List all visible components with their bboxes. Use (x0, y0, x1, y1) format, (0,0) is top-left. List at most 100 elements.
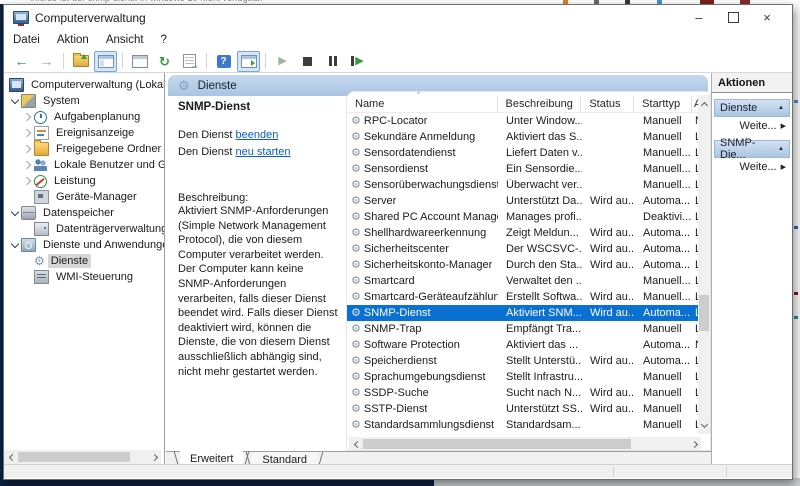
up-level-button[interactable] (69, 51, 92, 72)
scroll-left-button[interactable] (349, 437, 362, 451)
tree-item-wmi-steuerung[interactable]: WMI-Steuerung (4, 269, 164, 285)
tree-item-lokale-benutzer-und-gr[interactable]: Lokale Benutzer und Gr (4, 157, 164, 173)
tab-erweitert[interactable]: Erweitert (180, 451, 243, 464)
menu-item-aktion[interactable]: Aktion (57, 32, 98, 49)
tree-item-datentr-gerverwaltung[interactable]: Datenträgerverwaltung (4, 221, 164, 237)
service-row-sensordatendienst[interactable]: ⚙SensordatendienstLiefert Daten v...Manu… (347, 145, 701, 161)
service-row-rpc-locator[interactable]: ⚙RPC-LocatorUnter Window...ManuellN... (347, 113, 701, 129)
service-row-sicherheitskonto-manager[interactable]: ⚙Sicherheitskonto-ManagerDurch den Sta..… (347, 257, 701, 273)
pause-service-button[interactable] (321, 51, 344, 72)
service-starttype: Manuell... (635, 163, 693, 175)
service-name-cell: ⚙Sprachumgebungsdienst (347, 371, 498, 383)
list-vertical-scrollbar[interactable] (698, 95, 710, 434)
export-list-button[interactable] (178, 51, 201, 72)
collapse-icon[interactable]: ▲ (778, 146, 784, 152)
scroll-down-button[interactable] (698, 418, 711, 432)
start-service-button[interactable]: ▶ (271, 51, 294, 72)
scroll-left-button[interactable] (4, 450, 17, 464)
service-row-speicherdienst[interactable]: ⚙SpeicherdienstStellt Unterstü...Wird au… (347, 353, 701, 369)
menu-item-ansicht[interactable]: Ansicht (106, 32, 153, 49)
tree-item-dienste[interactable]: ⚙Dienste (4, 253, 164, 269)
service-gear-icon: ⚙ (351, 404, 361, 415)
service-row-server[interactable]: ⚙ServerUnterstützt Da...Wird au...Automa… (347, 193, 701, 209)
column-header-beschreibung[interactable]: Beschreibung (498, 95, 582, 112)
minimize-button[interactable]: – (682, 5, 716, 30)
service-row-snmp-dienst[interactable]: ⚙SNMP-DienstAktiviert SNM...Wird au...Au… (347, 305, 701, 321)
computer-management-window: Computerverwaltung – × DateiAktionAnsich… (3, 4, 793, 480)
service-starttype: Manuell... (635, 179, 693, 191)
statusbar (4, 464, 792, 478)
back-button[interactable]: ← (10, 51, 33, 72)
collapse-icon[interactable]: ▲ (778, 105, 784, 111)
close-button[interactable]: × (750, 5, 784, 30)
service-row-sekund-re-anmeldung[interactable]: ⚙Sekundäre AnmeldungAktiviert das S...Ma… (347, 129, 701, 145)
service-row-smartcard[interactable]: ⚙SmartcardVerwaltet den ...Manuell...L..… (347, 273, 701, 289)
service-row-sprachumgebungsdienst[interactable]: ⚙SprachumgebungsdienstStellt Infrastru..… (347, 369, 701, 385)
play-icon: ▶ (278, 56, 286, 67)
service-row-standardsammlungsdienst-[interactable]: ⚙Standardsammlungsdienst ...Standardsam.… (347, 417, 701, 433)
tree-item-freigegebene-ordner[interactable]: Freigegebene Ordner (4, 141, 164, 157)
service-row-shared-pc-account-manager[interactable]: ⚙Shared PC Account ManagerManages profi.… (347, 209, 701, 225)
show-console-tree-button[interactable] (94, 51, 117, 72)
scrollbar-thumb[interactable] (363, 439, 631, 449)
service-row-sstp-dienst[interactable]: ⚙SSTP-DienstUnterstützt SS...Wird au...M… (347, 401, 701, 417)
shared-folders-icon (34, 142, 49, 156)
actions-section-header[interactable]: Dienste▲ (714, 99, 790, 117)
service-row-sensor-berwachungsdienst[interactable]: ⚙SensorüberwachungsdienstÜberwacht ver..… (347, 177, 701, 193)
tree-item-computerverwaltung-lokal-[interactable]: Computerverwaltung (Lokal) (4, 77, 164, 93)
tree-horizontal-scrollbar[interactable] (4, 450, 161, 464)
tree-item-aufgabenplanung[interactable]: Aufgabenplanung (4, 109, 164, 125)
tree-item-dienste-und-anwendungen[interactable]: Dienste und Anwendungen (4, 237, 164, 253)
service-status: Wird au... (582, 403, 635, 415)
actions-section-header[interactable]: SNMP-Die...▲ (714, 140, 790, 158)
column-header-status[interactable]: Status (581, 95, 634, 112)
help-button[interactable]: ? (212, 51, 235, 72)
service-row-ssdp-suche[interactable]: ⚙SSDP-SucheSucht nach N...Wird au...Manu… (347, 385, 701, 401)
gear-icon: ⚙ (34, 255, 45, 267)
chevron-down-icon[interactable] (10, 96, 20, 106)
tree-item-ger-te-manager[interactable]: Geräte-Manager (4, 189, 164, 205)
service-name-cell: ⚙Sensorüberwachungsdienst (347, 179, 498, 191)
refresh-button[interactable]: ↻ (153, 51, 176, 72)
maximize-button[interactable] (716, 5, 750, 30)
chevron-right-icon[interactable] (23, 128, 33, 138)
restart-service-link[interactable]: neu starten (235, 146, 290, 158)
tab-standard[interactable]: Standard (252, 452, 317, 464)
chevron-down-icon[interactable] (10, 240, 20, 250)
scroll-right-button[interactable] (688, 437, 701, 451)
properties-button[interactable] (128, 51, 151, 72)
chevron-down-icon[interactable] (10, 208, 20, 218)
menu-item-datei[interactable]: Datei (13, 32, 49, 49)
service-row-snmp-trap[interactable]: ⚙SNMP-TrapEmpfängt Tra...ManuellL... (347, 321, 701, 337)
chevron-right-icon[interactable] (23, 112, 33, 122)
service-row-sensordienst[interactable]: ⚙SensordienstEin Sensordie...Manuell...L… (347, 161, 701, 177)
action-item-weitere-aktionen[interactable]: Weite...▶ (712, 117, 792, 134)
tree-item-system[interactable]: System (4, 93, 164, 109)
service-gear-icon: ⚙ (351, 212, 361, 223)
chevron-right-icon[interactable] (23, 176, 33, 186)
column-header-starttyp[interactable]: Starttyp (634, 95, 692, 112)
tree-item-datenspeicher[interactable]: Datenspeicher (4, 205, 164, 221)
service-row-software-protection[interactable]: ⚙Software ProtectionAktiviert das ...Aut… (347, 337, 701, 353)
scroll-up-button[interactable] (698, 97, 711, 111)
chevron-right-icon[interactable] (23, 144, 33, 154)
tree-item-label: Dienste (48, 254, 91, 268)
tree-item-leistung[interactable]: Leistung (4, 173, 164, 189)
stop-service-link[interactable]: beenden (235, 129, 278, 141)
scroll-right-button[interactable] (148, 450, 161, 464)
service-row-smartcard-ger-teaufz-hlun-[interactable]: ⚙Smartcard-Geräteaufzählun...Erstellt So… (347, 289, 701, 305)
chevron-right-icon[interactable] (23, 160, 33, 170)
show-action-pane-button[interactable] (237, 51, 260, 72)
tree-item-ereignisanzeige[interactable]: Ereignisanzeige (4, 125, 164, 141)
stop-service-button[interactable] (296, 51, 319, 72)
column-header-name[interactable]: Name (347, 95, 498, 112)
list-horizontal-scrollbar[interactable] (349, 437, 701, 450)
forward-button[interactable]: → (35, 51, 58, 72)
scrollbar-thumb[interactable] (699, 295, 709, 331)
service-starttype: Automa... (635, 355, 693, 367)
menu-item-?[interactable]: ? (161, 32, 176, 49)
service-row-shellhardwareerkennung[interactable]: ⚙ShellhardwareerkennungZeigt Meldun...Wi… (347, 225, 701, 241)
service-row-sicherheitscenter[interactable]: ⚙SicherheitscenterDer WSCSVC-...Wird au.… (347, 241, 701, 257)
scrollbar-thumb[interactable] (18, 452, 130, 462)
restart-service-button[interactable]: ▶ (346, 51, 369, 72)
